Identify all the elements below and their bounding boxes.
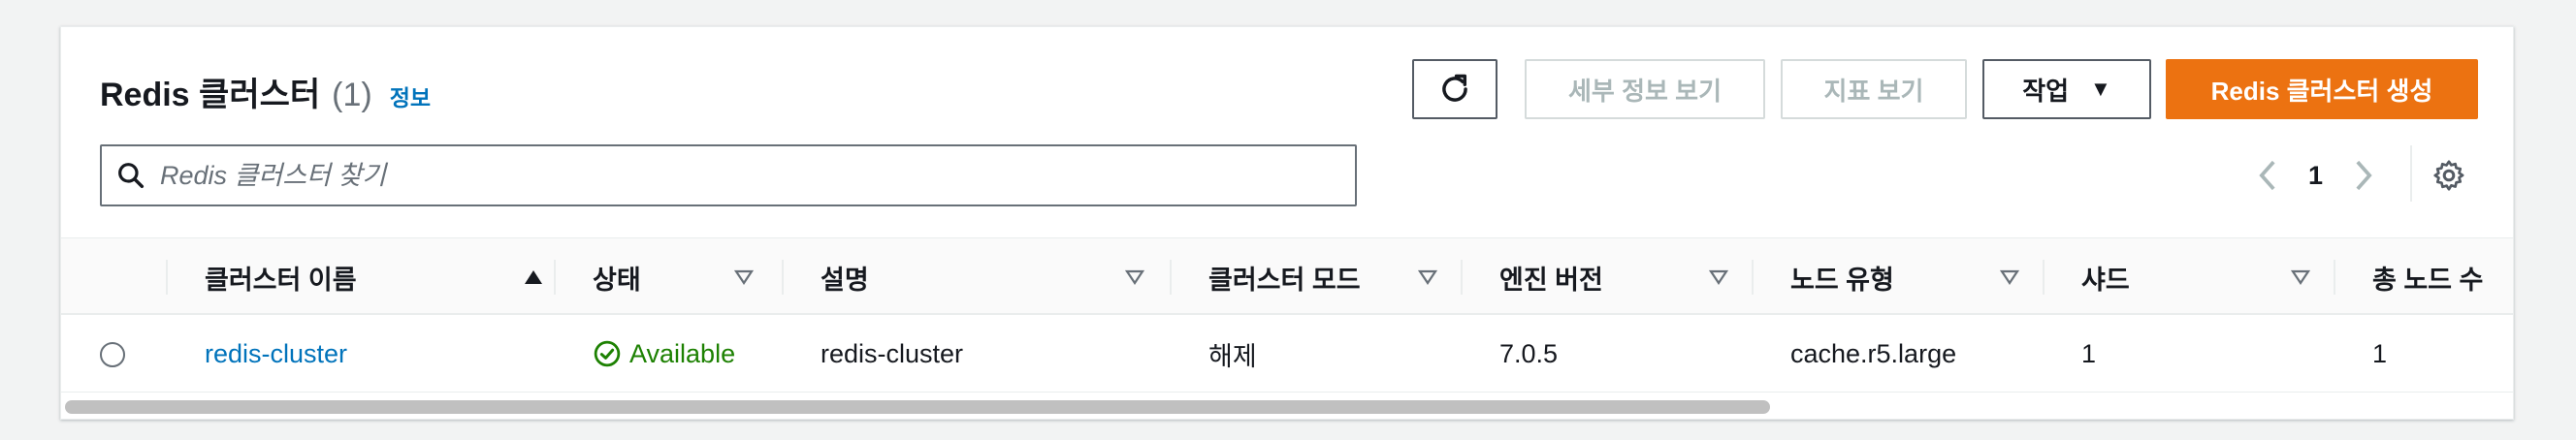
horizontal-scrollbar[interactable] xyxy=(61,393,2513,419)
sort-icon[interactable] xyxy=(732,266,756,289)
prev-page-button[interactable] xyxy=(2248,151,2287,200)
chevron-right-icon xyxy=(2356,160,2372,191)
actions-label: 작업 xyxy=(2022,76,2070,106)
status-text: Available xyxy=(629,338,736,368)
cell-total-nodes: 1 xyxy=(2372,338,2388,368)
sort-icon[interactable] xyxy=(1998,266,2021,289)
sort-icon[interactable] xyxy=(1707,266,1730,289)
current-page[interactable]: 1 xyxy=(2308,161,2323,191)
actions-dropdown[interactable]: 작업 ▼ xyxy=(1982,59,2151,119)
column-header-node-type[interactable]: 노드 유형 xyxy=(1752,238,2045,316)
title-text: Redis 클러스터 xyxy=(100,77,321,113)
column-separator xyxy=(1752,260,1754,295)
column-separator xyxy=(1461,260,1463,295)
table-row[interactable]: redis-cluster Available redis-cluster 해제… xyxy=(61,315,2513,393)
column-header-cluster-mode[interactable]: 클러스터 모드 xyxy=(1170,238,1463,316)
column-separator xyxy=(554,260,556,295)
check-circle-icon xyxy=(594,340,621,367)
page-title: Redis 클러스터 (1) 정보 xyxy=(100,68,431,116)
column-label: 클러스터 모드 xyxy=(1208,265,1361,295)
status-indicator: Available xyxy=(593,339,735,369)
clusters-panel: Redis 클러스터 (1) 정보 세부 정보 보기 지표 보기 작업 ▼ Re… xyxy=(60,26,2514,420)
caret-down-icon: ▼ xyxy=(2090,77,2111,101)
pager-divider xyxy=(2410,145,2412,202)
sort-icon[interactable] xyxy=(1123,266,1146,289)
info-link[interactable]: 정보 xyxy=(390,79,431,112)
create-cluster-button[interactable]: Redis 클러스터 생성 xyxy=(2166,59,2478,119)
cell-cluster-name[interactable]: redis-cluster xyxy=(205,315,347,393)
row-select-radio[interactable] xyxy=(100,342,125,367)
column-label: 엔진 버전 xyxy=(1499,265,1603,295)
next-page-button[interactable] xyxy=(2344,151,2383,200)
column-label: 샤드 xyxy=(2081,265,2130,295)
refresh-button[interactable] xyxy=(1412,59,1497,119)
column-header-cluster-name[interactable]: 클러스터 이름 xyxy=(166,238,559,316)
column-label: 노드 유형 xyxy=(1790,265,1894,295)
view-metrics-button[interactable]: 지표 보기 xyxy=(1781,59,1967,119)
cluster-count: (1) xyxy=(332,77,372,113)
column-header-total-nodes[interactable]: 총 노드 수 xyxy=(2334,238,2513,316)
column-header-description[interactable]: 설명 xyxy=(782,238,1172,316)
sort-ascending-icon[interactable] xyxy=(522,266,545,289)
cluster-name-link[interactable]: redis-cluster xyxy=(205,339,347,369)
cell-node-type: cache.r5.large xyxy=(1790,338,1957,368)
table-header: 클러스터 이름 상태 설명 클러스터 모드 엔진 버전 노드 유형 샤드 총 노… xyxy=(61,237,2513,316)
cell-cluster-mode: 해제 xyxy=(1208,341,1257,371)
column-separator xyxy=(1170,260,1172,295)
column-header-shards[interactable]: 샤드 xyxy=(2043,238,2335,316)
cell-engine-version: 7.0.5 xyxy=(1499,338,1559,368)
view-details-button[interactable]: 세부 정보 보기 xyxy=(1525,59,1765,119)
column-separator xyxy=(2043,260,2045,295)
search-box[interactable] xyxy=(100,144,1357,206)
pagination: 1 xyxy=(2248,151,2383,200)
column-label: 설명 xyxy=(821,265,869,295)
column-header-status[interactable]: 상태 xyxy=(554,238,782,316)
column-header-engine-version[interactable]: 엔진 버전 xyxy=(1461,238,1754,316)
column-label: 상태 xyxy=(593,265,641,295)
column-label: 클러스터 이름 xyxy=(205,265,357,295)
search-input[interactable] xyxy=(160,146,1355,204)
column-separator xyxy=(782,260,784,295)
column-separator xyxy=(166,260,168,295)
gear-icon xyxy=(2433,160,2464,191)
cell-description: redis-cluster xyxy=(821,338,964,368)
chevron-left-icon xyxy=(2259,160,2275,191)
search-icon xyxy=(102,160,160,191)
cell-shards: 1 xyxy=(2081,338,2097,368)
scrollbar-thumb[interactable] xyxy=(65,400,1770,414)
refresh-icon xyxy=(1442,74,1467,102)
sort-icon[interactable] xyxy=(1416,266,1439,289)
cell-status: Available xyxy=(593,315,735,393)
preferences-button[interactable] xyxy=(2429,155,2469,196)
column-separator xyxy=(2334,260,2335,295)
column-label: 총 노드 수 xyxy=(2372,265,2484,295)
sort-icon[interactable] xyxy=(2289,266,2312,289)
